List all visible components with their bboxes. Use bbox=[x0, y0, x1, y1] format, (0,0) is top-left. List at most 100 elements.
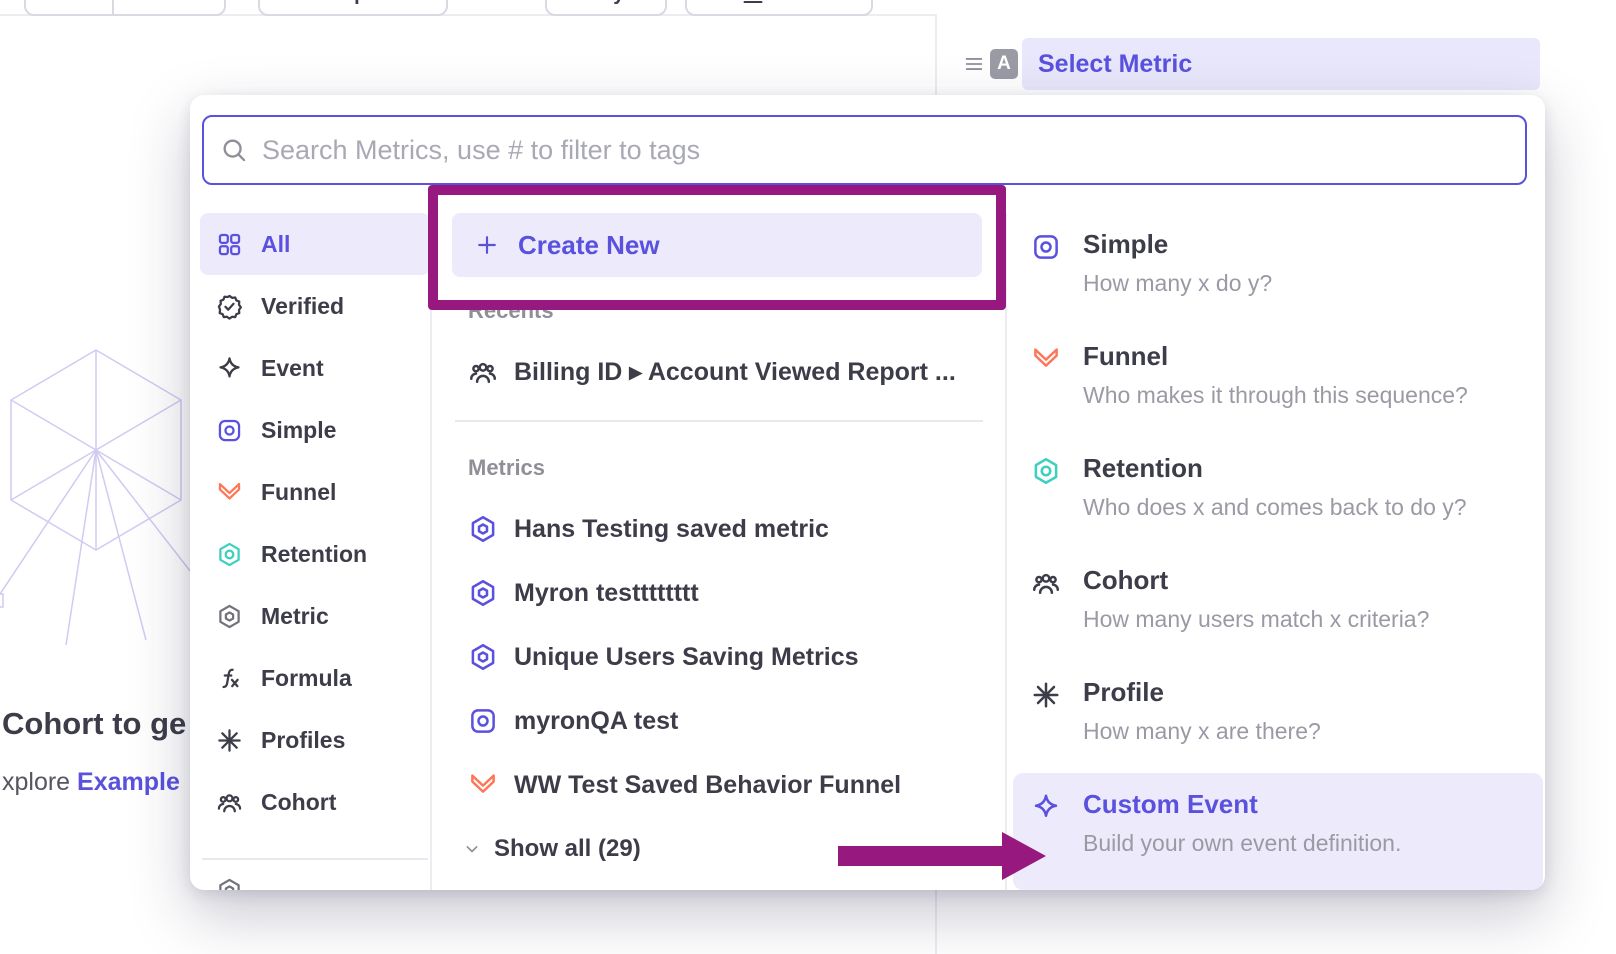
simple-icon bbox=[1031, 232, 1061, 262]
metric-list-item[interactable]: Unique Users Saving Metrics bbox=[452, 625, 982, 689]
empty-state-heading: Cohort to ge bbox=[2, 706, 186, 742]
profiles-icon bbox=[216, 727, 243, 754]
cohort-icon bbox=[216, 789, 243, 816]
metric-types-list: Simple How many x do y? Funnel Who makes… bbox=[1013, 213, 1543, 890]
plus-icon bbox=[474, 232, 500, 258]
sidebar-item-all[interactable]: All bbox=[200, 213, 430, 275]
metric-picker-modal: All Verified Event Simple Funnel Retenti… bbox=[190, 95, 1545, 890]
metric-item-label: myronQA test bbox=[514, 707, 678, 736]
simple-icon bbox=[468, 706, 498, 736]
example-link[interactable]: Example bbox=[77, 768, 180, 796]
metric-list-item[interactable]: myronQA test bbox=[452, 689, 982, 753]
recent-item-billing[interactable]: Billing ID ▸ Account Viewed Report ... bbox=[452, 345, 982, 399]
sidebar-list: All Verified Event Simple Funnel Retenti… bbox=[200, 213, 430, 833]
select-metric-label: Select Metric bbox=[1038, 50, 1192, 79]
search-icon bbox=[220, 136, 248, 164]
create-new-button[interactable]: Create New bbox=[452, 213, 982, 277]
sidebar-item-event[interactable]: Event bbox=[200, 337, 430, 399]
metric-type-profile[interactable]: Profile How many x are there? bbox=[1013, 661, 1543, 773]
metric-type-custom-event[interactable]: Custom Event Build your own event defini… bbox=[1013, 773, 1543, 890]
metric-type-simple[interactable]: Simple How many x do y? bbox=[1013, 213, 1543, 325]
metric-icon bbox=[216, 603, 243, 630]
metric-type-title: Custom Event bbox=[1083, 789, 1401, 820]
compare-button[interactable]: Compare bbox=[258, 0, 448, 16]
profiles-icon bbox=[1031, 680, 1061, 710]
search-box[interactable] bbox=[202, 115, 1527, 185]
metric-type-title: Profile bbox=[1083, 677, 1321, 708]
grid-icon bbox=[216, 231, 243, 258]
range-ytd-label: YTD bbox=[137, 0, 177, 6]
sidebar-item-metric[interactable]: Metric bbox=[200, 585, 430, 647]
metric-type-title: Cohort bbox=[1083, 565, 1429, 596]
verified-icon bbox=[216, 293, 243, 320]
sidebar-item-profiles[interactable]: Profiles bbox=[200, 709, 430, 771]
decorative-wireframe bbox=[0, 330, 206, 650]
sidebar-item-formula[interactable]: Formula bbox=[200, 647, 430, 709]
metric-type-funnel[interactable]: Funnel Who makes it through this sequenc… bbox=[1013, 325, 1543, 437]
show-all-button[interactable]: Show all (29) bbox=[462, 835, 641, 863]
formula-icon bbox=[216, 665, 243, 692]
section-divider bbox=[455, 420, 983, 422]
range-ytd-button[interactable]: YTD bbox=[114, 0, 224, 14]
column-divider-left bbox=[430, 213, 432, 890]
saved-metric-icon bbox=[468, 514, 498, 544]
date-range-control: 12M YTD bbox=[24, 0, 226, 16]
metric-list-item[interactable]: Hans Testing saved metric bbox=[452, 497, 982, 561]
metric-type-title: Simple bbox=[1083, 229, 1272, 260]
metrics-section-title: Metrics bbox=[468, 455, 545, 481]
metric-type-description: How many x are there? bbox=[1083, 718, 1321, 745]
query-row-badge: A bbox=[990, 49, 1018, 79]
search-input[interactable] bbox=[262, 135, 1509, 166]
metric-item-label: Hans Testing saved metric bbox=[514, 515, 829, 544]
metric-type-title: Retention bbox=[1083, 453, 1467, 484]
chevron-down-icon bbox=[185, 0, 201, 2]
day-granularity-button[interactable]: Day bbox=[545, 0, 667, 16]
event-icon bbox=[216, 355, 243, 382]
funnel-icon bbox=[468, 770, 498, 800]
metric-type-description: Who makes it through this sequence? bbox=[1083, 382, 1468, 409]
select-metric-field[interactable]: Select Metric bbox=[1022, 38, 1540, 90]
cohort-icon bbox=[468, 357, 498, 387]
event-icon bbox=[1031, 792, 1061, 822]
simple-icon bbox=[216, 417, 243, 444]
line-chart-icon bbox=[741, 0, 765, 6]
sidebar-item-verified[interactable]: Verified bbox=[200, 275, 430, 337]
metric-icon[interactable] bbox=[216, 877, 243, 890]
metric-item-label: WW Test Saved Behavior Funnel bbox=[514, 771, 901, 800]
sidebar-divider bbox=[202, 858, 428, 860]
explore-prefix: xplore bbox=[2, 768, 77, 796]
range-12m-button[interactable]: 12M bbox=[26, 0, 112, 14]
sidebar-item-funnel[interactable]: Funnel bbox=[200, 461, 430, 523]
line-button-label: Line bbox=[775, 0, 816, 6]
sidebar-item-retention[interactable]: Retention bbox=[200, 523, 430, 585]
metric-type-description: Who does x and comes back to do y? bbox=[1083, 494, 1467, 521]
saved-metric-icon bbox=[468, 642, 498, 672]
column-divider-right bbox=[1005, 213, 1007, 890]
cohort-icon bbox=[1031, 568, 1061, 598]
funnel-icon bbox=[216, 479, 243, 506]
line-chart-type-button[interactable]: Line bbox=[685, 0, 873, 16]
metric-item-label: Myron testttttttt bbox=[514, 579, 699, 608]
metric-list-item[interactable]: WW Test Saved Behavior Funnel bbox=[452, 753, 982, 817]
empty-state-subtext: xplore Example bbox=[2, 768, 180, 797]
sidebar-item-cohort[interactable]: Cohort bbox=[200, 771, 430, 833]
retention-icon bbox=[216, 541, 243, 568]
chevron-down-icon bbox=[462, 839, 482, 859]
metric-type-description: Build your own event definition. bbox=[1083, 830, 1401, 857]
retention-icon bbox=[1031, 456, 1061, 486]
create-new-label: Create New bbox=[518, 230, 660, 261]
metric-item-label: Unique Users Saving Metrics bbox=[514, 643, 859, 672]
saved-metric-icon bbox=[468, 578, 498, 608]
metric-type-cohort[interactable]: Cohort How many users match x criteria? bbox=[1013, 549, 1543, 661]
recents-section-title: Recents bbox=[468, 298, 554, 324]
sidebar-item-simple[interactable]: Simple bbox=[200, 399, 430, 461]
metric-type-description: How many users match x criteria? bbox=[1083, 606, 1429, 633]
metric-type-title: Funnel bbox=[1083, 341, 1468, 372]
drag-handle-icon[interactable] bbox=[963, 53, 985, 75]
metric-type-description: How many x do y? bbox=[1083, 270, 1272, 297]
metric-type-retention[interactable]: Retention Who does x and comes back to d… bbox=[1013, 437, 1543, 549]
funnel-icon bbox=[1031, 344, 1061, 374]
show-all-label: Show all (29) bbox=[494, 835, 641, 863]
metric-list-item[interactable]: Myron testttttttt bbox=[452, 561, 982, 625]
metrics-list: Hans Testing saved metric Myron testtttt… bbox=[452, 497, 982, 817]
